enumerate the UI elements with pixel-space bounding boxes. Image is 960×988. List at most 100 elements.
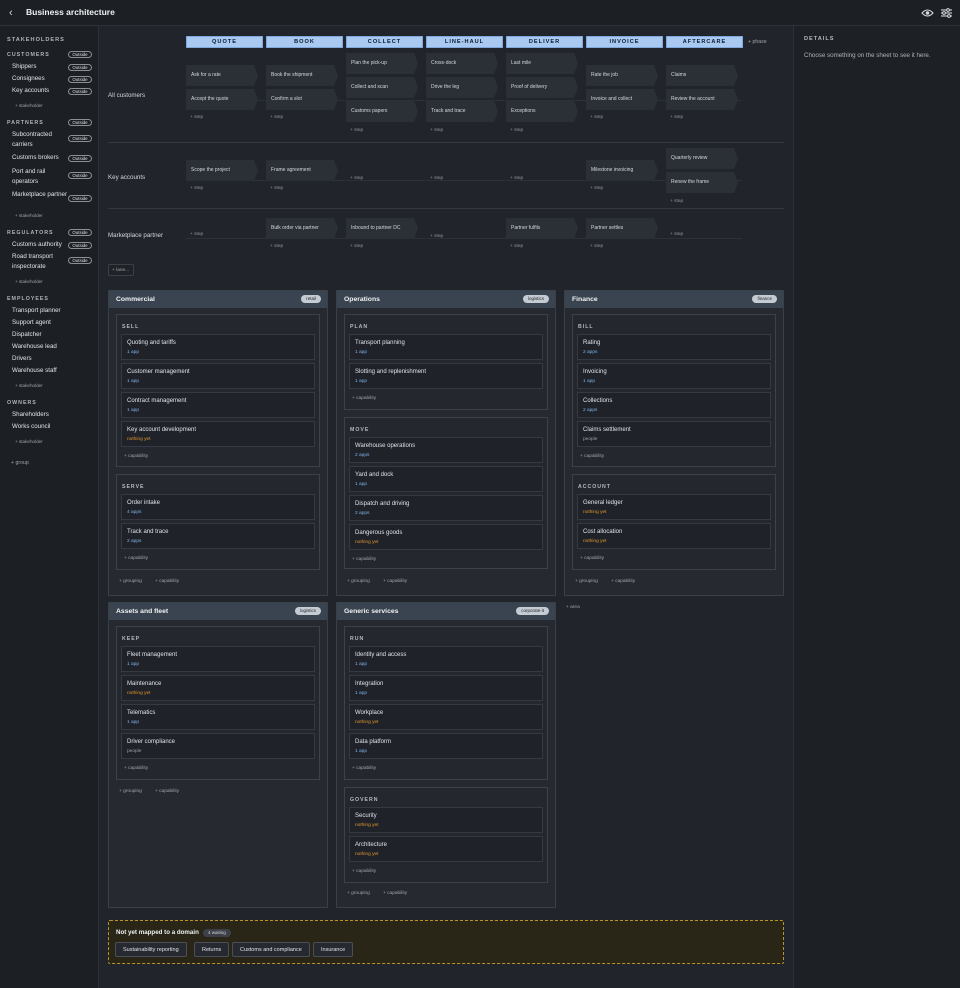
capability-card[interactable]: Customer management 1 app (121, 363, 315, 389)
add-lane-button[interactable]: + lane... (108, 264, 134, 276)
add-step-button[interactable]: + step (190, 186, 203, 191)
journey-step-card[interactable]: Confirm a slot (266, 89, 338, 110)
stakeholder-item[interactable]: Warehouse staff (12, 366, 68, 376)
scope-badge[interactable]: Outside (68, 135, 92, 142)
add-capability-button[interactable]: + capability (383, 579, 407, 584)
add-step-button[interactable]: + step (590, 186, 603, 191)
scope-badge[interactable]: Outside (68, 88, 92, 95)
stakeholder-item[interactable]: Transport planner (12, 306, 68, 316)
add-step-button[interactable]: + step (510, 244, 523, 249)
add-step-button[interactable]: + step (270, 115, 283, 120)
add-capability-button[interactable]: + capability (124, 454, 148, 459)
add-step-button[interactable]: + step (670, 199, 683, 204)
stakeholder-item[interactable]: Works council (12, 422, 68, 432)
add-stakeholder-button[interactable]: + stakeholder (15, 383, 43, 388)
journey-step-card[interactable]: Invoice and collect (586, 89, 658, 110)
journey-step-card[interactable]: Drive the leg (426, 77, 498, 98)
journey-step-card[interactable]: Collect and scan (346, 77, 418, 98)
add-step-button[interactable]: + step (270, 244, 283, 249)
add-step-button[interactable]: + step (190, 115, 203, 120)
stakeholder-item[interactable]: Marketplace partner (12, 190, 68, 200)
capability-card[interactable]: Cost allocation nothing yet (577, 523, 771, 549)
capability-card[interactable]: Key account development nothing yet (121, 421, 315, 447)
stakeholder-item[interactable]: Customs brokers (12, 153, 68, 163)
journey-step-card[interactable]: Bulk order via partner (266, 218, 338, 239)
add-step-button[interactable]: + step (670, 115, 683, 120)
journey-step-card[interactable]: Track and trace (426, 101, 498, 122)
capability-card[interactable]: Maintenance nothing yet (121, 675, 315, 701)
stakeholder-item[interactable]: Key accounts (12, 86, 68, 96)
add-step-button[interactable]: + step (270, 186, 283, 191)
add-grouping-button[interactable]: + grouping (119, 789, 142, 794)
capability-card[interactable]: Integration 1 app (349, 675, 543, 701)
add-step-button[interactable]: + step (430, 234, 443, 239)
back-arrow-icon[interactable]: ‹ (9, 7, 19, 19)
journey-step-card[interactable]: Quarterly review (666, 148, 738, 169)
journey-step-card[interactable]: Plan the pick-up (346, 53, 418, 74)
add-step-button[interactable]: + step (510, 176, 523, 181)
journey-step-card[interactable]: Inbound to partner DC (346, 218, 418, 239)
add-grouping-button[interactable]: + grouping (575, 579, 598, 584)
add-capability-button[interactable]: + capability (580, 454, 604, 459)
journey-step-card[interactable]: Cross-dock (426, 53, 498, 74)
area-tag[interactable]: retail (301, 295, 321, 303)
add-grouping-button[interactable]: + grouping (119, 579, 142, 584)
add-step-button[interactable]: + step (510, 128, 523, 133)
stakeholder-item[interactable]: Shippers (12, 62, 68, 72)
add-capability-button[interactable]: + capability (352, 766, 376, 771)
scope-badge[interactable]: Outside (68, 172, 92, 179)
area-tag[interactable]: logistics (522, 295, 549, 303)
capability-card[interactable]: Order intake 4 apps (121, 494, 315, 520)
eye-icon[interactable] (921, 7, 934, 19)
journey-step-card[interactable]: Ask for a rate (186, 65, 258, 86)
add-step-button[interactable]: + step (350, 176, 363, 181)
capability-card[interactable]: Security nothing yet (349, 807, 543, 833)
add-stakeholder-button[interactable]: + stakeholder (15, 439, 43, 444)
stakeholder-item[interactable]: Dispatcher (12, 330, 68, 340)
capability-card[interactable]: Workplace nothing yet (349, 704, 543, 730)
add-grouping-button[interactable]: + grouping (347, 891, 370, 896)
add-step-button[interactable]: + step (350, 244, 363, 249)
stakeholder-item[interactable]: Drivers (12, 354, 68, 364)
add-capability-button[interactable]: + capability (352, 557, 376, 562)
journey-step-card[interactable]: Book the shipment (266, 65, 338, 86)
add-capability-button[interactable]: + capability (352, 396, 376, 401)
add-area-button[interactable]: + area (566, 605, 580, 610)
add-stakeholder-button[interactable]: + stakeholder (15, 103, 43, 108)
unmapped-capability-chip[interactable]: Returns (194, 942, 230, 957)
scope-badge[interactable]: Outside (68, 76, 92, 83)
capability-card[interactable]: Warehouse operations 2 apps (349, 437, 543, 463)
stakeholder-item[interactable]: Shareholders (12, 410, 68, 420)
journey-step-card[interactable]: Accept the quote (186, 89, 258, 110)
area-tag[interactable]: finance (752, 295, 777, 303)
stakeholder-item[interactable]: Port and rail operators (12, 167, 68, 186)
journey-step-card[interactable]: Proof of delivery (506, 77, 578, 98)
scope-badge[interactable]: Outside (68, 242, 92, 249)
capability-card[interactable]: Collections 2 apps (577, 392, 771, 418)
add-step-button[interactable]: + step (350, 128, 363, 133)
journey-step-card[interactable]: Frame agreement (266, 160, 338, 181)
capability-card[interactable]: Invoicing 1 app (577, 363, 771, 389)
capability-card[interactable]: Architecture nothing yet (349, 836, 543, 862)
journey-step-card[interactable]: Last mile (506, 53, 578, 74)
add-stakeholder-button[interactable]: + stakeholder (15, 213, 43, 218)
group-scope-badge[interactable]: Outside (68, 51, 92, 58)
journey-step-card[interactable]: Rate the job (586, 65, 658, 86)
stakeholder-item[interactable]: Consignees (12, 74, 68, 84)
capability-card[interactable]: Telematics 1 app (121, 704, 315, 730)
capability-card[interactable]: Rating 2 apps (577, 334, 771, 360)
unmapped-capability-chip[interactable]: Insurance (313, 942, 354, 957)
journey-step-card[interactable]: Partner settles (586, 218, 658, 239)
phase-header-line-haul[interactable]: LINE-HAUL (426, 36, 503, 48)
capability-card[interactable]: Yard and dock 1 app (349, 466, 543, 492)
journey-step-card[interactable]: Milestone invoicing (586, 160, 658, 181)
capability-card[interactable]: Slotting and replenishment 1 app (349, 363, 543, 389)
scope-badge[interactable]: Outside (68, 195, 92, 202)
unmapped-capability-chip[interactable]: Sustainability reporting (115, 942, 187, 957)
scope-badge[interactable]: Outside (68, 64, 92, 71)
journey-step-card[interactable]: Review the account (666, 89, 738, 110)
stakeholder-item[interactable]: Road transport inspectorate (12, 252, 68, 271)
capability-card[interactable]: Transport planning 1 app (349, 334, 543, 360)
journey-step-card[interactable]: Renew the frame (666, 172, 738, 193)
add-phase-button[interactable]: + phase (748, 39, 767, 45)
